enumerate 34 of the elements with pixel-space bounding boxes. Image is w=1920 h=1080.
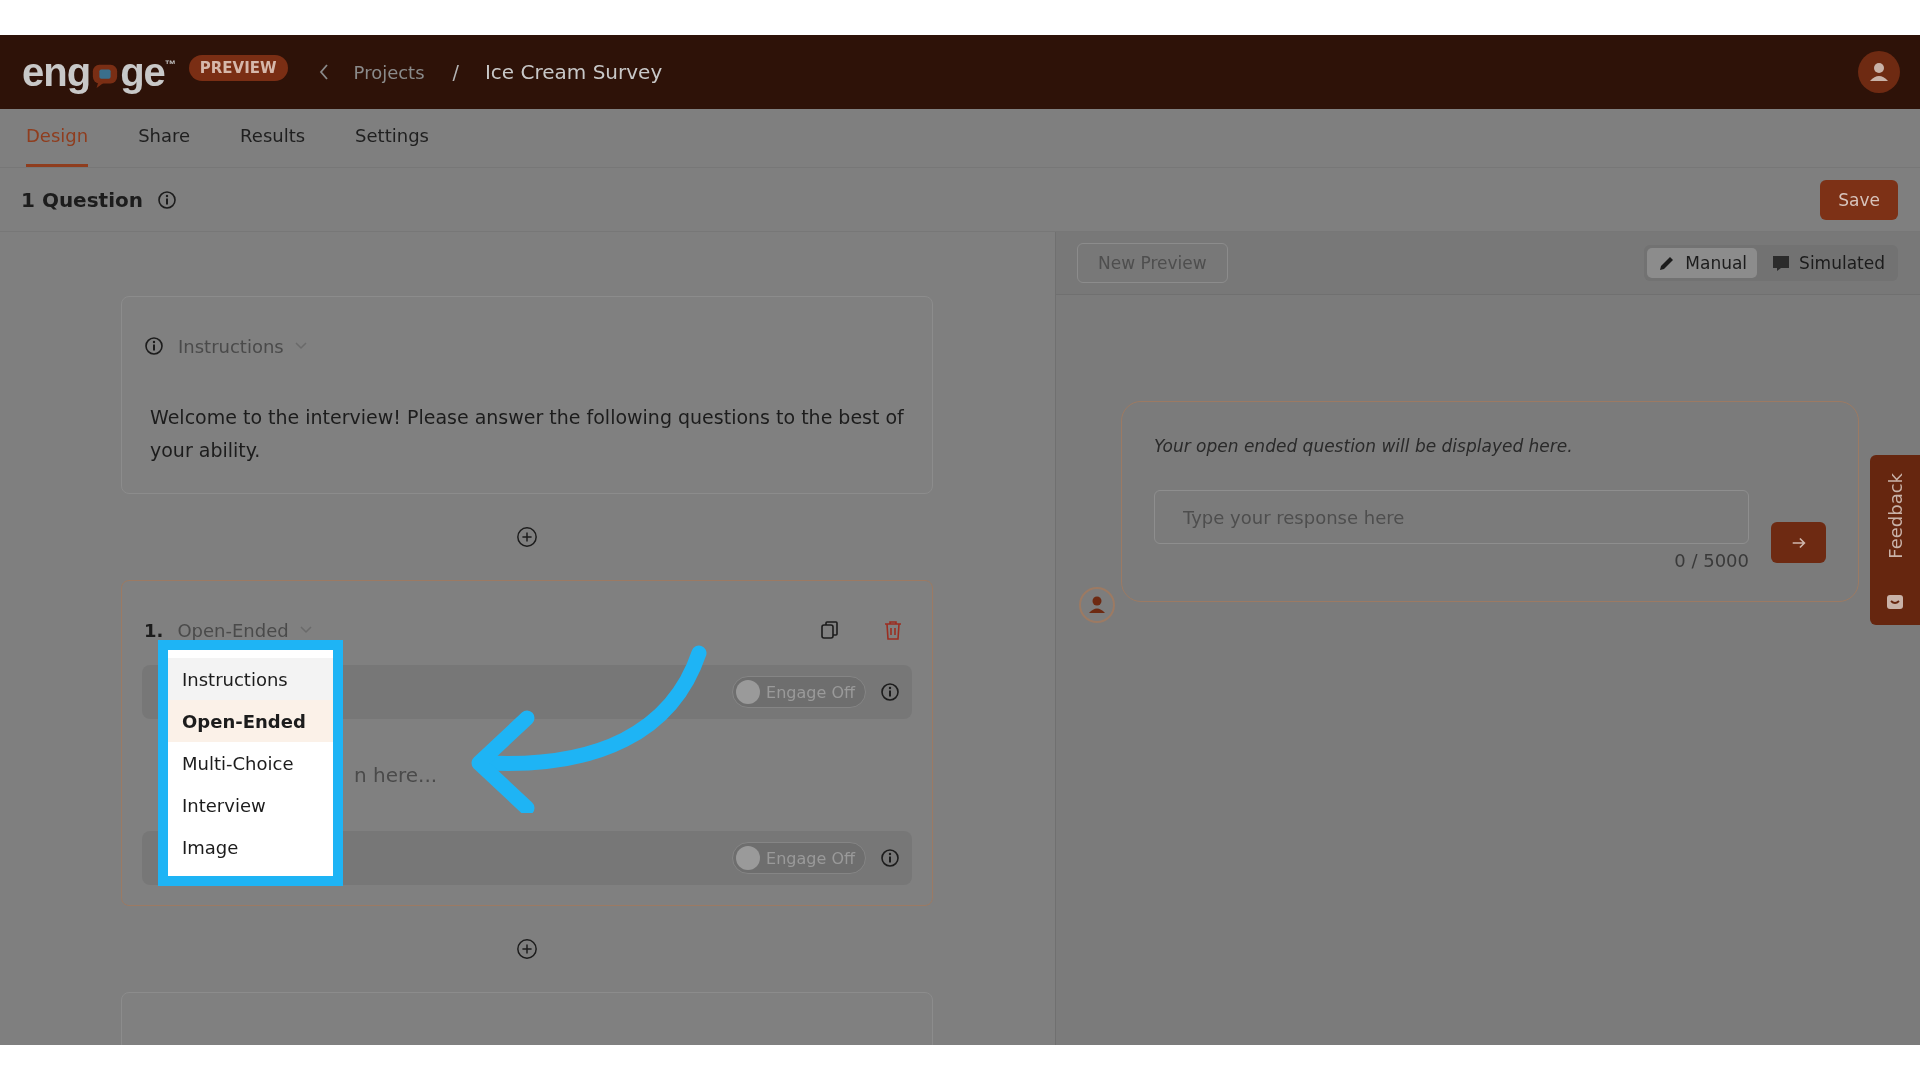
copy-icon[interactable]: [819, 619, 841, 641]
question-preview-text: Your open ended question will be displayed here.: [1154, 436, 1574, 456]
user-avatar-icon: [1078, 586, 1116, 624]
question-count: 1 Question: [21, 187, 143, 212]
feedback-tab[interactable]: Feedback: [1870, 455, 1920, 625]
back-chevron-icon[interactable]: [317, 62, 330, 82]
chat-icon: [1771, 253, 1792, 273]
mode-option[interactable]: Simulated: [1761, 248, 1895, 278]
logo[interactable]: eng ge$^{™}$: [22, 49, 175, 95]
dropdown-item[interactable]: Multi-Choice: [168, 742, 333, 784]
dropdown-item[interactable]: Open-Ended: [168, 700, 333, 742]
projects-link[interactable]: Projects: [353, 61, 425, 83]
question-number: 1.: [144, 619, 164, 641]
add-block-icon[interactable]: [516, 938, 538, 960]
breadcrumb-separator: /: [452, 61, 459, 83]
tab[interactable]: Settings: [355, 109, 429, 167]
character-counter: 0 / 5000: [1674, 550, 1749, 571]
dropdown-item[interactable]: Image: [168, 826, 333, 868]
save-button[interactable]: Save: [1820, 179, 1898, 220]
send-button[interactable]: [1771, 522, 1826, 563]
info-icon: [144, 336, 164, 356]
mode-option[interactable]: Manual: [1647, 248, 1758, 278]
user-avatar-icon[interactable]: [1858, 51, 1900, 93]
info-icon[interactable]: [157, 189, 177, 210]
dropdown-item[interactable]: Instructions: [168, 658, 333, 700]
add-block-icon[interactable]: [516, 526, 538, 548]
info-icon[interactable]: [880, 848, 900, 868]
info-icon[interactable]: [880, 682, 900, 702]
project-title: Ice Cream Survey: [484, 60, 663, 84]
tab[interactable]: Results: [240, 109, 306, 167]
tab[interactable]: Share: [138, 109, 191, 167]
instructions-text: Welcome to the interview! Please answer the following questions to the best of your ability.: [150, 405, 905, 463]
dropdown-item[interactable]: Interview: [168, 784, 333, 826]
preview-badge: PREVIEW: [188, 55, 288, 81]
